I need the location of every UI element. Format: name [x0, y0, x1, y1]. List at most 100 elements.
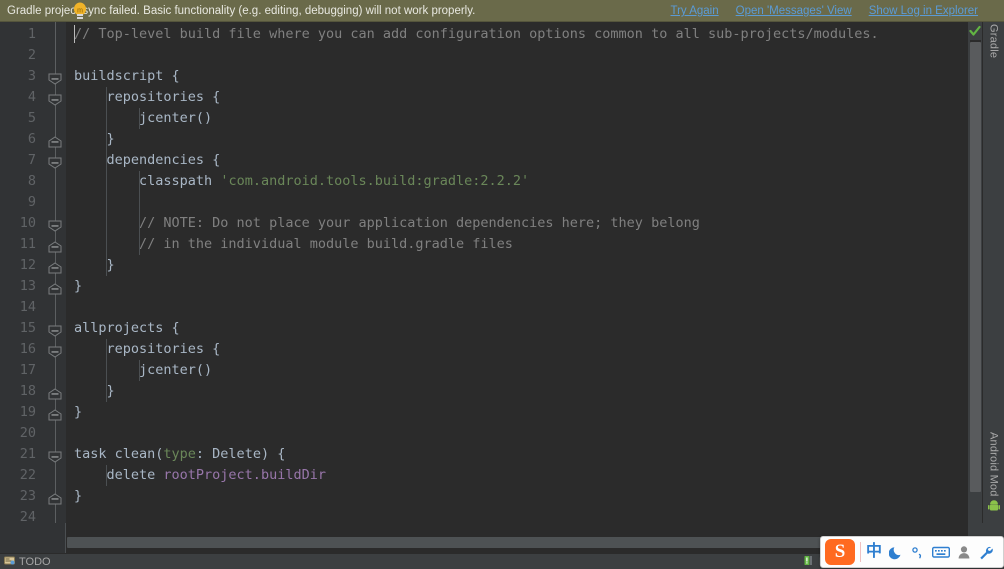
line-number: 20 [19, 425, 36, 441]
ime-floating-toolbar[interactable]: S 中 [820, 536, 1004, 568]
code-token: rootProject.buildDir [163, 467, 326, 483]
inspection-ok-icon[interactable] [969, 24, 981, 36]
line-number: 17 [19, 362, 36, 378]
fold-collapse-icon[interactable] [48, 218, 62, 232]
code-token: } [74, 278, 83, 294]
line-number: 11 [19, 236, 36, 252]
code-line: } [66, 276, 968, 297]
gutter-footer [0, 523, 66, 553]
code-line: repositories { [66, 339, 968, 360]
code-line: allprojects { [66, 318, 968, 339]
show-log-in-explorer-link[interactable]: Show Log in Explorer [869, 5, 978, 17]
fold-row [44, 129, 66, 150]
code-token: } [74, 404, 83, 420]
code-line: jcenter() [66, 360, 968, 381]
line-number: 23 [19, 488, 36, 504]
notification-actions: Try Again Open 'Messages' View Show Log … [670, 0, 978, 22]
line-number: 5 [27, 110, 36, 126]
code-token: buildscript { [74, 68, 180, 84]
moon-icon[interactable] [889, 545, 904, 560]
code-line: } [66, 486, 968, 507]
line-number: 21 [19, 446, 36, 462]
fold-expand-icon[interactable] [48, 134, 62, 148]
fold-row [44, 507, 66, 523]
fold-collapse-icon[interactable] [48, 323, 62, 337]
fold-collapse-icon[interactable] [48, 344, 62, 358]
status-item-todo[interactable]: TODO [4, 555, 51, 569]
ide-window: Gradle project sync failed. Basic functi… [0, 0, 1004, 569]
code-token: // in the individual module build.gradle… [74, 236, 513, 252]
code-token: allprojects { [74, 320, 180, 336]
fold-collapse-icon[interactable] [48, 71, 62, 85]
user-icon[interactable] [957, 545, 971, 560]
fold-row [44, 108, 66, 129]
fold-row [44, 87, 66, 108]
fold-expand-icon[interactable] [48, 239, 62, 253]
fold-gutter[interactable] [44, 22, 66, 523]
tool-window-tab-gradle[interactable]: Gradle [988, 24, 1000, 58]
sogou-logo-icon[interactable]: S [825, 539, 855, 565]
code-editor[interactable]: 1 2 3 4 5 6 7 8 9 10 11 12 13 14 15 16 17 18 19 20 21 22 23 24 … [0, 22, 968, 523]
try-again-link[interactable]: Try Again [670, 5, 718, 17]
fold-row [44, 486, 66, 507]
fold-collapse-icon[interactable] [48, 92, 62, 106]
code-token: delete [74, 467, 164, 483]
fold-row [44, 150, 66, 171]
tool-window-tab-android-model-group[interactable]: Android Mod [987, 432, 1000, 517]
line-number: 7 [27, 152, 36, 168]
code-line: // NOTE: Do not place your application d… [66, 213, 968, 234]
line-number: 24 [19, 509, 36, 523]
open-messages-view-link[interactable]: Open 'Messages' View [736, 5, 852, 17]
tool-window-tab-android-model[interactable]: Android Mod [988, 432, 1000, 497]
fold-row [44, 318, 66, 339]
code-line: // in the individual module build.gradle… [66, 234, 968, 255]
fold-row [44, 402, 66, 423]
fold-collapse-icon[interactable] [48, 155, 62, 169]
fold-collapse-icon[interactable] [48, 449, 62, 463]
wrench-icon[interactable] [978, 545, 993, 560]
line-number: 6 [27, 131, 36, 147]
keyboard-icon[interactable] [932, 545, 951, 559]
code-line: } [66, 381, 968, 402]
line-number: 4 [27, 89, 36, 105]
fold-expand-icon[interactable] [48, 281, 62, 295]
indent-guide [138, 108, 140, 129]
code-line: classpath 'com.android.tools.build:gradl… [66, 171, 968, 192]
line-number: 12 [19, 257, 36, 273]
vertical-scrollbar-thumb[interactable] [970, 42, 981, 492]
code-token: jcenter() [74, 362, 213, 378]
code-token: // Top-level build file where you can ad… [74, 26, 879, 42]
degree-comma-icon[interactable] [911, 545, 925, 560]
code-line: } [66, 255, 968, 276]
code-line: delete rootProject.buildDir [66, 465, 968, 486]
line-number: 13 [19, 278, 36, 294]
editor-scrollbar-strip[interactable] [968, 22, 982, 523]
line-number: 1 [27, 26, 36, 42]
code-text-area[interactable]: // Top-level build file where you can ad… [66, 22, 968, 523]
fold-row [44, 45, 66, 66]
fold-row [44, 423, 66, 444]
fold-row [44, 444, 66, 465]
code-line: buildscript { [66, 66, 968, 87]
code-line: } [66, 129, 968, 150]
fold-row [44, 171, 66, 192]
code-token: } [74, 488, 83, 504]
fold-expand-icon[interactable] [48, 260, 62, 274]
fold-row [44, 66, 66, 87]
horizontal-scrollbar-thumb[interactable] [67, 537, 950, 548]
code-line: dependencies { [66, 150, 968, 171]
code-token: repositories { [74, 341, 221, 357]
line-number: 15 [19, 320, 36, 336]
chinese-mode-icon[interactable]: 中 [866, 544, 882, 560]
fold-expand-icon[interactable] [48, 491, 62, 505]
right-tool-window-bar: Gradle Android Mod [982, 22, 1004, 523]
code-line: task clean(type: Delete) { [66, 444, 968, 465]
fold-row [44, 276, 66, 297]
event-log-icon [804, 555, 815, 569]
ime-separator [860, 542, 861, 562]
fold-expand-icon[interactable] [48, 407, 62, 421]
code-token: type [163, 446, 196, 462]
fold-expand-icon[interactable] [48, 386, 62, 400]
